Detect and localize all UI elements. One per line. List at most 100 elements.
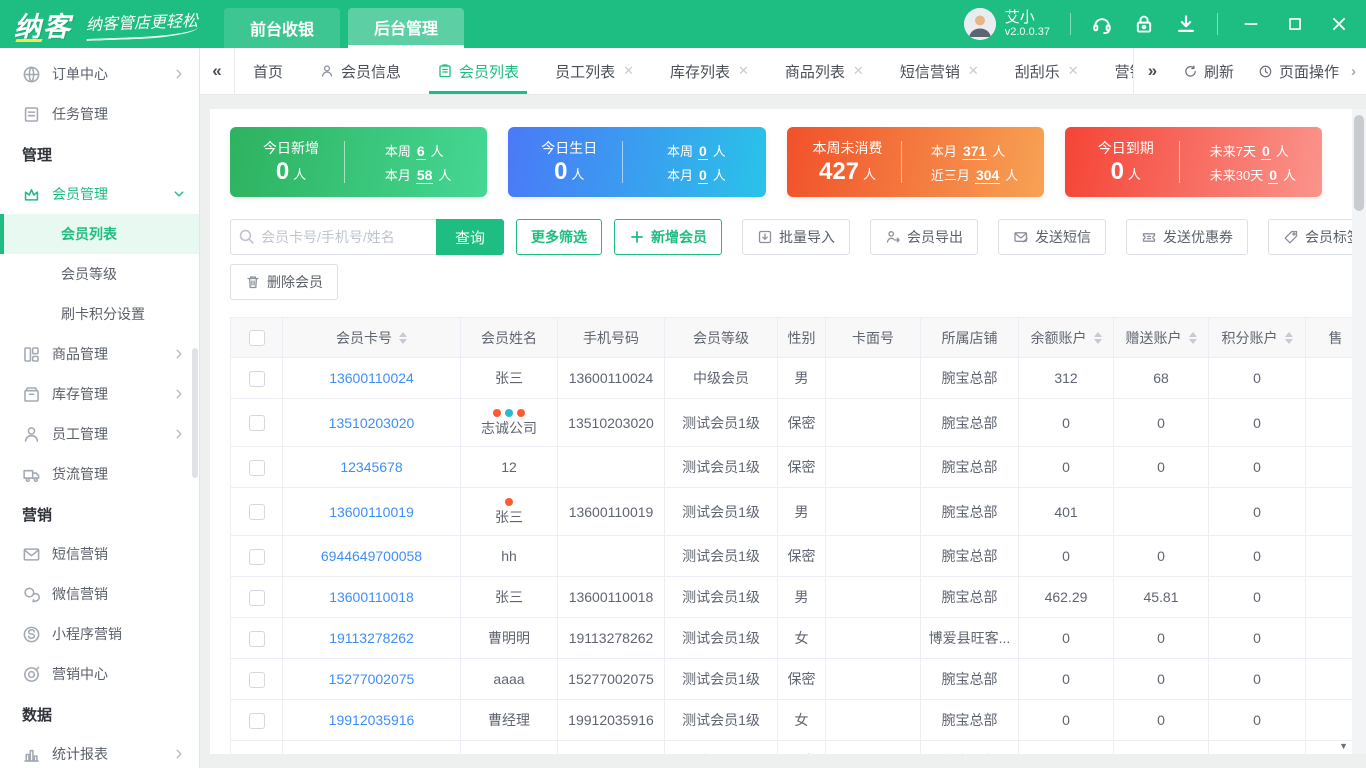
tab-close-icon[interactable]: ✕ xyxy=(738,63,749,79)
tab-首页[interactable]: 首页 xyxy=(235,48,301,94)
member-card-no-link[interactable]: 13600110019 xyxy=(329,504,414,520)
tab-label: 短信营销 xyxy=(899,63,960,81)
tab-close-icon[interactable]: ✕ xyxy=(968,63,979,79)
stat-card-subvalue[interactable]: 0 xyxy=(697,166,708,184)
tab-员工列表[interactable]: 员工列表 ✕ xyxy=(537,48,652,94)
member-card-no-link[interactable]: 13600110024 xyxy=(329,370,414,386)
sidebar-subitem-会员等级[interactable]: 会员等级 xyxy=(0,254,199,294)
sidebar-item-商品管理[interactable]: 商品管理 xyxy=(0,334,199,374)
row-checkbox[interactable] xyxy=(248,548,265,565)
sidebar-item-小程序营销[interactable]: 小程序营销 xyxy=(0,614,199,654)
sort-desc-icon[interactable] xyxy=(399,338,407,344)
tab-会员列表[interactable]: 会员列表 xyxy=(419,48,537,94)
sidebar-item-库存管理[interactable]: 库存管理 xyxy=(0,374,199,414)
sort-desc-icon[interactable] xyxy=(1188,338,1197,344)
user-menu[interactable]: 艾小 v2.0.0.37 xyxy=(963,8,1050,40)
main-scrollbar[interactable] xyxy=(1352,109,1366,754)
sort-asc-icon[interactable] xyxy=(1284,331,1293,337)
tab-action-页面操作[interactable]: 页面操作 xyxy=(1246,48,1351,94)
delete-member-button[interactable]: 删除会员 xyxy=(230,264,338,300)
发送短信-button[interactable]: 发送短信 xyxy=(998,219,1107,255)
close-icon[interactable] xyxy=(1330,15,1348,33)
member-card-no-link[interactable]: 19113278262 xyxy=(329,630,414,646)
tab-刮刮乐[interactable]: 刮刮乐 ✕ xyxy=(997,48,1097,94)
sidebar-scrollbar-thumb[interactable] xyxy=(192,348,198,478)
headset-icon[interactable] xyxy=(1091,13,1113,35)
member-card-no-link[interactable]: 13600110018 xyxy=(329,589,414,605)
发送优惠券-button[interactable]: 发送优惠券 xyxy=(1126,219,1249,255)
tabs-collapse-left-button[interactable]: « xyxy=(200,48,236,94)
row-checkbox[interactable] xyxy=(248,370,265,387)
row-checkbox[interactable] xyxy=(248,504,265,521)
tab-会员信息[interactable]: 会员信息 xyxy=(301,48,419,94)
row-checkbox[interactable] xyxy=(248,671,265,688)
stat-card-subvalue[interactable]: 58 xyxy=(415,166,434,184)
tab-库存列表[interactable]: 库存列表 ✕ xyxy=(652,48,767,94)
lock-icon[interactable] xyxy=(1133,13,1155,35)
table-scroll-down-arrow[interactable]: ▼ xyxy=(1339,741,1348,751)
maximize-icon[interactable] xyxy=(1286,15,1304,33)
sidebar-item-任务管理[interactable]: 任务管理 xyxy=(0,94,199,134)
select-all-checkbox[interactable] xyxy=(248,330,265,347)
row-checkbox[interactable] xyxy=(248,589,265,606)
tab-短信营销[interactable]: 短信营销 ✕ xyxy=(882,48,997,94)
download-icon[interactable] xyxy=(1175,13,1197,35)
member-card-no-link[interactable]: 15277002075 xyxy=(329,671,415,687)
tab-close-icon[interactable]: ✕ xyxy=(1068,63,1079,79)
sort-arrows[interactable] xyxy=(1188,331,1197,344)
sidebar-item-会员管理[interactable]: 会员管理 xyxy=(0,174,199,214)
sort-arrows[interactable] xyxy=(1093,331,1102,344)
row-checkbox[interactable] xyxy=(248,712,265,729)
sidebar-item-短信营销[interactable]: 短信营销 xyxy=(0,534,199,574)
sidebar-item-订单中心[interactable]: 订单中心 xyxy=(0,54,199,94)
member-card-no-link[interactable]: 13886670076 xyxy=(329,753,415,754)
tabs-collapse-right-button[interactable]: » xyxy=(1132,48,1171,94)
stat-card-subvalue[interactable]: 6 xyxy=(415,142,426,160)
member-card-no-link[interactable]: 19912035916 xyxy=(329,712,415,728)
sidebar-item-货流管理[interactable]: 货流管理 xyxy=(0,454,199,494)
search-input[interactable] xyxy=(230,219,436,255)
sidebar-item-员工管理[interactable]: 员工管理 xyxy=(0,414,199,454)
search-button[interactable]: 查询 xyxy=(436,219,505,255)
stat-card-subvalue[interactable]: 304 xyxy=(974,166,1001,184)
stat-card-subvalue[interactable]: 0 xyxy=(697,142,708,160)
sidebar-item-统计报表[interactable]: 统计报表 xyxy=(0,734,199,768)
member-card-no-link[interactable]: 13510203020 xyxy=(329,415,415,431)
新增会员-button[interactable]: 新增会员 xyxy=(614,219,723,255)
sort-desc-icon[interactable] xyxy=(1093,338,1102,344)
sort-desc-icon[interactable] xyxy=(1284,338,1293,344)
tab-商品列表[interactable]: 商品列表 ✕ xyxy=(767,48,882,94)
批量导入-button[interactable]: 批量导入 xyxy=(742,219,851,255)
row-checkbox[interactable] xyxy=(248,630,265,647)
main-scrollbar-thumb[interactable] xyxy=(1354,115,1364,211)
sort-arrows[interactable] xyxy=(1284,331,1293,344)
sidebar-item-微信营销[interactable]: 微信营销 xyxy=(0,574,199,614)
tab-close-icon[interactable]: ✕ xyxy=(853,63,864,79)
stat-card-subvalue[interactable]: 0 xyxy=(1260,142,1271,160)
row-checkbox[interactable] xyxy=(248,459,265,476)
avatar[interactable] xyxy=(963,8,996,40)
tab-action-刷新[interactable]: 刷新 xyxy=(1171,48,1246,94)
sort-asc-icon[interactable] xyxy=(1188,331,1197,337)
sort-asc-icon[interactable] xyxy=(1093,331,1102,337)
page-ops-chevron-icon[interactable]: › xyxy=(1351,48,1366,94)
minimize-icon[interactable] xyxy=(1242,15,1260,33)
会员标签-button[interactable]: 会员标签 xyxy=(1268,219,1352,255)
sidebar-item-营销中心[interactable]: 营销中心 xyxy=(0,654,199,694)
column-header-手机号码: 手机号码 xyxy=(557,317,665,358)
topnav-前台收银[interactable]: 前台收银 xyxy=(224,8,341,48)
member-card-no-link[interactable]: 6944649700058 xyxy=(321,548,422,564)
row-checkbox[interactable] xyxy=(248,415,265,432)
topnav-后台管理[interactable]: 后台管理 xyxy=(348,8,465,48)
stat-card-subvalue[interactable]: 0 xyxy=(1268,166,1278,184)
sort-asc-icon[interactable] xyxy=(399,331,407,337)
sidebar-subitem-会员列表[interactable]: 会员列表 xyxy=(0,214,199,254)
sort-arrows[interactable] xyxy=(399,331,407,344)
更多筛选-button[interactable]: 更多筛选 xyxy=(516,219,603,255)
tab-close-icon[interactable]: ✕ xyxy=(623,63,634,79)
member-card-no-link[interactable]: 12345678 xyxy=(340,459,402,475)
会员导出-button[interactable]: 会员导出 xyxy=(870,219,979,255)
sidebar-subitem-刷卡积分设置[interactable]: 刷卡积分设置 xyxy=(0,294,199,334)
tab-营销中心[interactable]: 营销中心✕ xyxy=(1097,48,1133,94)
stat-card-subvalue[interactable]: 371 xyxy=(961,142,988,160)
